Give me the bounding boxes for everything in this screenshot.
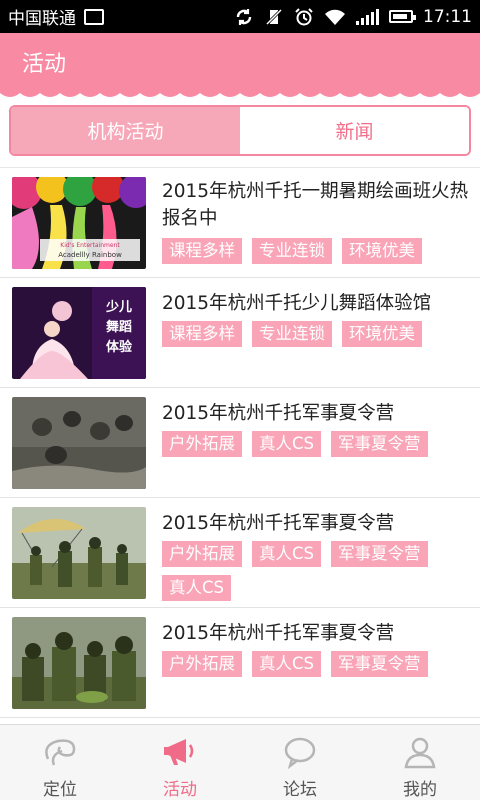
list-item[interactable]: 2015年杭州千托军事夏令营 户外拓展 真人CS 军事夏令营: [0, 388, 480, 498]
tag: 专业连锁: [252, 238, 332, 264]
tag: 课程多样: [162, 238, 242, 264]
carrier-label: 中国联通: [8, 9, 76, 29]
list-item[interactable]: 2015年杭州千托军事夏令营 户外拓展 真人CS 军事夏令营: [0, 608, 480, 718]
item-title: 2015年杭州千托少儿舞蹈体验馆: [162, 293, 432, 314]
tag-list: 课程多样 专业连锁 环境优美: [162, 238, 472, 264]
signal-icon: [356, 8, 379, 25]
tag: 军事夏令营: [331, 541, 428, 567]
tag: 户外拓展: [162, 431, 242, 457]
tag-list: 户外拓展 真人CS 军事夏令营: [162, 431, 472, 457]
clock: 17:11: [423, 6, 472, 27]
thumbnail-caption: Acadellly Rainbow: [58, 251, 122, 259]
wifi-icon: [325, 9, 345, 25]
bottom-navigation: 定位 活动 论坛 我的: [0, 724, 480, 800]
tag: 真人CS: [252, 541, 321, 567]
nav-mine[interactable]: 我的: [360, 725, 480, 800]
activity-thumbnail: [12, 507, 146, 599]
person-icon: [404, 737, 436, 769]
tab-institution-activities[interactable]: 机构活动: [11, 107, 240, 154]
battery-icon: [389, 10, 416, 23]
activity-thumbnail: 少儿 舞蹈 体验: [12, 287, 146, 379]
item-title: 2015年杭州千托一期暑期绘画班火热报名中: [162, 181, 469, 229]
image-notification-icon: [84, 8, 104, 25]
list-item[interactable]: Kid's Entertainment Acadellly Rainbow 20…: [0, 168, 480, 278]
svg-text:Kid's Entertainment: Kid's Entertainment: [60, 242, 120, 249]
nav-location[interactable]: 定位: [0, 725, 120, 800]
nav-forum[interactable]: 论坛: [240, 725, 360, 800]
list-item[interactable]: 少儿 舞蹈 体验 2015年杭州千托少儿舞蹈体验馆 课程多样 专业连锁 环境优美: [0, 278, 480, 388]
app-bar: 活动: [0, 33, 480, 91]
activity-thumbnail: [12, 617, 146, 709]
segmented-tabs: 机构活动 新闻: [9, 105, 471, 156]
tag-list: 课程多样 专业连锁 环境优美: [162, 321, 472, 347]
tag: 课程多样: [162, 321, 242, 347]
tag: 真人CS: [162, 575, 231, 601]
tag: 专业连锁: [252, 321, 332, 347]
status-bar: 中国联通 17:11: [0, 0, 480, 33]
activity-thumbnail: [12, 397, 146, 489]
item-title: 2015年杭州千托军事夏令营: [162, 623, 395, 644]
alarm-icon: [295, 7, 313, 25]
tag-list: 户外拓展 真人CS 军事夏令营: [162, 651, 472, 677]
nav-label: 论坛: [283, 780, 317, 800]
wave-border: [0, 87, 480, 97]
tag-list: 户外拓展 真人CS 军事夏令营 真人CS: [162, 541, 472, 601]
tag: 户外拓展: [162, 541, 242, 567]
tag: 军事夏令营: [331, 651, 428, 677]
tag: 真人CS: [252, 651, 321, 677]
tab-news[interactable]: 新闻: [240, 107, 469, 154]
activity-list: Kid's Entertainment Acadellly Rainbow 20…: [0, 168, 480, 718]
svg-text:舞蹈: 舞蹈: [105, 319, 132, 335]
nav-label: 定位: [43, 780, 77, 800]
nav-activities[interactable]: 活动: [120, 725, 240, 800]
tag: 环境优美: [342, 238, 422, 264]
chat-bubble-icon: [284, 737, 316, 769]
list-item[interactable]: 2015年杭州千托军事夏令营 户外拓展 真人CS 军事夏令营 真人CS: [0, 498, 480, 608]
tag: 真人CS: [252, 431, 321, 457]
megaphone-icon: [164, 739, 194, 765]
vibrate-off-icon: [265, 8, 283, 25]
tag: 环境优美: [342, 321, 422, 347]
page-title: 活动: [22, 52, 67, 77]
svg-text:少儿: 少儿: [105, 299, 132, 315]
tag: 军事夏令营: [331, 431, 428, 457]
activity-thumbnail: Kid's Entertainment Acadellly Rainbow: [12, 177, 146, 269]
nav-label: 活动: [163, 780, 197, 800]
svg-text:体验: 体验: [106, 339, 133, 355]
item-title: 2015年杭州千托军事夏令营: [162, 403, 395, 424]
item-title: 2015年杭州千托军事夏令营: [162, 513, 395, 534]
tag: 户外拓展: [162, 651, 242, 677]
location-swirl-icon: [45, 739, 76, 766]
nav-label: 我的: [403, 780, 437, 800]
sync-icon: [236, 8, 252, 25]
